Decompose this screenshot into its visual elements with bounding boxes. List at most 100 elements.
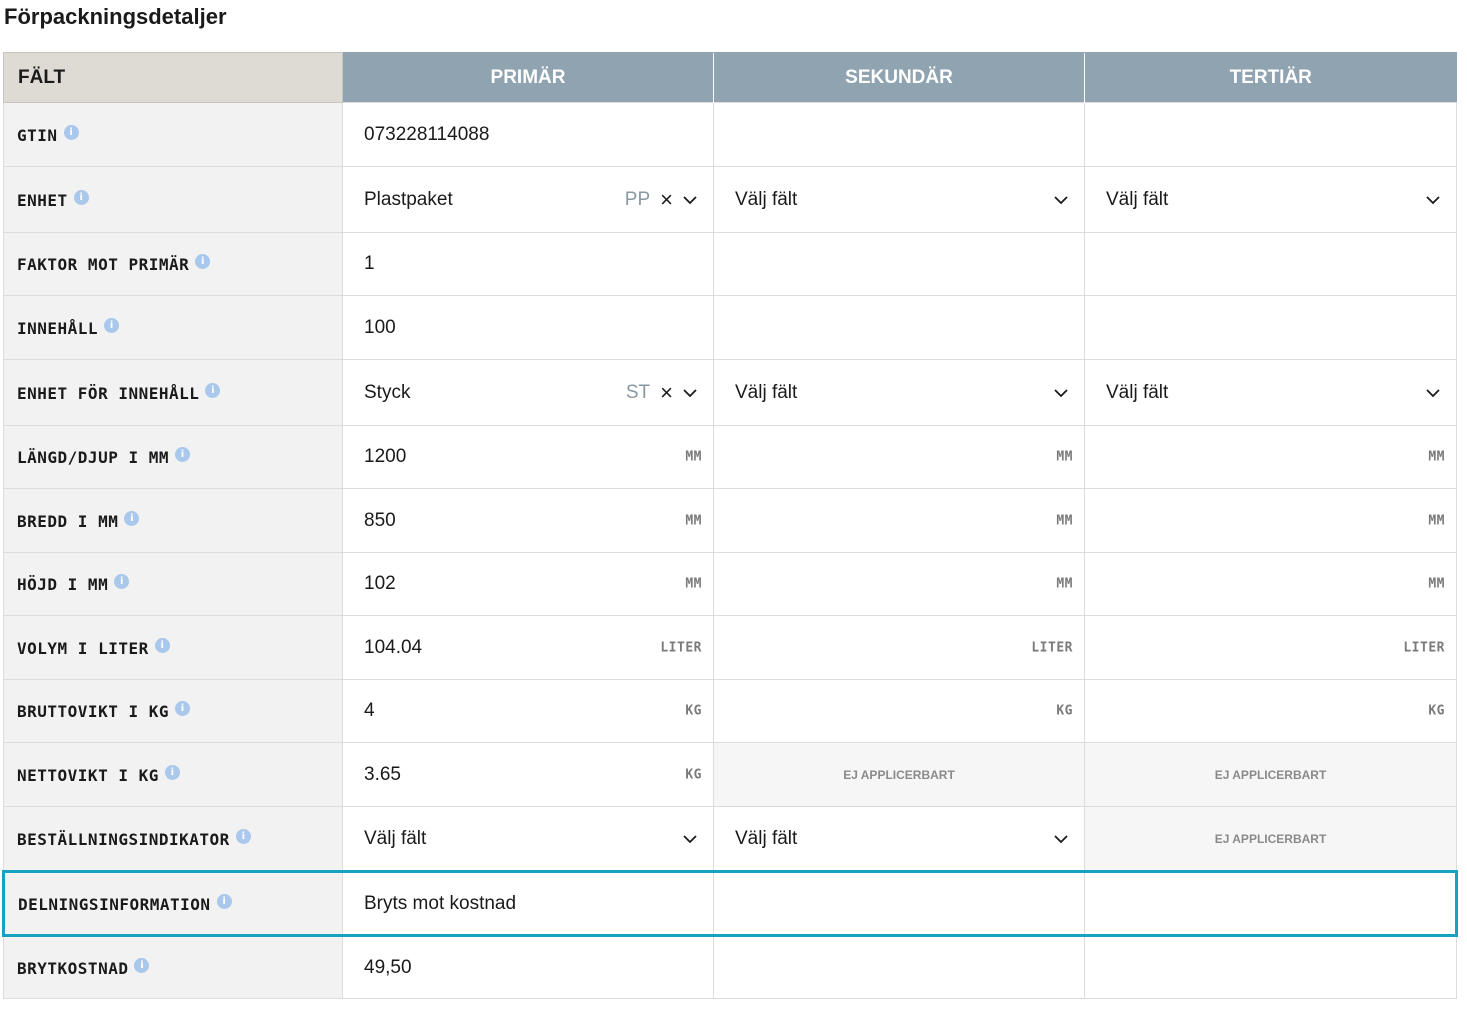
content-unit-tertiary-select[interactable]: Välj fält	[1084, 359, 1457, 426]
content-unit-code: ST	[625, 381, 651, 403]
unit-tertiary-select[interactable]: Välj fält	[1084, 166, 1457, 233]
net-primary-field[interactable]: 3.65 KG	[342, 742, 714, 807]
table-row: BRYTKOSTNAD i 49,50	[3, 935, 1457, 999]
chevron-down-icon[interactable]	[1054, 832, 1068, 846]
factor-secondary-field[interactable]	[713, 232, 1085, 296]
info-icon[interactable]: i	[195, 254, 211, 269]
table-row: FAKTOR MOT PRIMÄR i 1	[3, 232, 1457, 296]
unit-suffix: MM	[1428, 576, 1445, 592]
gtin-tertiary-field[interactable]	[1084, 102, 1457, 167]
info-icon[interactable]: i	[104, 317, 120, 333]
split-cost-secondary-field[interactable]	[713, 935, 1085, 999]
gross-tertiary-field[interactable]: KG	[1084, 679, 1457, 743]
row-label-content: INNEHÅLL i	[3, 295, 343, 360]
info-icon[interactable]: i	[175, 447, 190, 462]
unit-suffix: KG	[685, 703, 702, 719]
row-label-unit: ENHET i	[3, 166, 343, 233]
split-cost-primary-field[interactable]: 49,50	[342, 935, 714, 999]
split-tertiary-field[interactable]	[1084, 870, 1458, 937]
unit-suffix: MM	[685, 513, 702, 528]
row-label-gtin: GTIN i	[3, 102, 343, 167]
info-icon[interactable]: i	[235, 828, 251, 844]
content-tertiary-field[interactable]	[1084, 295, 1457, 360]
factor-primary-field[interactable]: 1	[342, 232, 714, 296]
close-icon[interactable]: ×	[660, 188, 673, 211]
split-secondary-field[interactable]	[713, 870, 1085, 937]
length-secondary-field[interactable]: MM	[713, 425, 1085, 489]
unit-suffix: KG	[1056, 703, 1073, 719]
volume-tertiary-field[interactable]: LITER	[1084, 615, 1457, 680]
split-primary-field[interactable]: Bryts mot kostnad	[342, 870, 714, 937]
gross-secondary-field[interactable]: KG	[713, 679, 1085, 743]
header-primary: PRIMÄR	[342, 52, 714, 103]
factor-tertiary-field[interactable]	[1084, 232, 1457, 296]
content-primary-field[interactable]: 100	[342, 295, 714, 360]
info-icon[interactable]: i	[205, 382, 221, 398]
content-unit-primary-select[interactable]: Styck ST ×	[342, 359, 714, 426]
table-row: HÖJD I MM i 102 MM MM MM	[3, 552, 1457, 616]
split-cost-tertiary-field[interactable]	[1084, 935, 1457, 999]
chevron-down-icon[interactable]	[1054, 386, 1068, 400]
net-secondary-na: EJ APPLICERBART	[713, 742, 1085, 807]
table-row: ENHET i Plastpaket PP × Välj fält Välj fält	[3, 166, 1457, 233]
table-row: BESTÄLLNINGSINDIKATOR i Välj fält Välj fä…	[3, 806, 1457, 872]
chevron-down-icon[interactable]	[1426, 386, 1440, 400]
unit-secondary-select[interactable]: Välj fält	[713, 166, 1085, 233]
net-tertiary-na: EJ APPLICERBART	[1084, 742, 1457, 807]
info-icon[interactable]: i	[124, 510, 140, 526]
row-label-net-weight: NETTOVIKT I KG i	[3, 742, 343, 807]
row-label-volume: VOLYM I LITER i	[3, 615, 343, 680]
gtin-secondary-field[interactable]	[713, 102, 1085, 167]
packaging-table: FÄLT PRIMÄR SEKUNDÄR TERTIÄR GTIN i 07322…	[2, 52, 1458, 999]
table-row: INNEHÅLL i 100	[3, 295, 1457, 360]
unit-suffix: LITER	[1031, 640, 1073, 655]
close-icon[interactable]: ×	[660, 381, 673, 404]
row-label-split-info: DELNINGSINFORMATION i	[2, 870, 343, 937]
info-icon[interactable]: i	[154, 637, 170, 653]
info-icon[interactable]: i	[134, 957, 150, 973]
info-icon[interactable]: i	[73, 189, 89, 205]
order-secondary-select[interactable]: Välj fält	[713, 806, 1085, 872]
table-row: BRUTTOVIKT I KG i 4 KG KG KG	[3, 679, 1457, 743]
gtin-primary-field[interactable]: 073228114088	[342, 102, 714, 167]
header-field: FÄLT	[3, 52, 343, 103]
chevron-down-icon[interactable]	[683, 193, 697, 207]
height-tertiary-field[interactable]: MM	[1084, 552, 1457, 616]
row-label-order-indicator: BESTÄLLNINGSINDIKATOR i	[3, 806, 343, 872]
content-unit-secondary-select[interactable]: Välj fält	[713, 359, 1085, 426]
width-secondary-field[interactable]: MM	[713, 488, 1085, 553]
volume-secondary-field[interactable]: LITER	[713, 615, 1085, 680]
height-secondary-field[interactable]: MM	[713, 552, 1085, 616]
chevron-down-icon[interactable]	[683, 386, 697, 400]
row-label-content-unit: ENHET FÖR INNEHÅLL i	[3, 359, 343, 426]
row-label-length: LÄNGD/DJUP I MM i	[3, 425, 343, 489]
height-primary-field[interactable]: 102 MM	[342, 552, 714, 616]
content-secondary-field[interactable]	[713, 295, 1085, 360]
unit-suffix: MM	[1056, 576, 1073, 592]
order-tertiary-na: EJ APPLICERBART	[1084, 806, 1457, 872]
table-header-row: FÄLT PRIMÄR SEKUNDÄR TERTIÄR	[3, 52, 1457, 103]
volume-primary-field[interactable]: 104.04 LITER	[342, 615, 714, 680]
length-tertiary-field[interactable]: MM	[1084, 425, 1457, 489]
unit-primary-select[interactable]: Plastpaket PP ×	[342, 166, 714, 233]
chevron-down-icon[interactable]	[683, 832, 697, 846]
info-icon[interactable]: i	[216, 893, 232, 909]
chevron-down-icon[interactable]	[1426, 193, 1440, 207]
order-primary-select[interactable]: Välj fält	[342, 806, 714, 872]
width-primary-field[interactable]: 850 MM	[342, 488, 714, 553]
length-primary-field[interactable]: 1200 MM	[342, 425, 714, 489]
chevron-down-icon[interactable]	[1054, 193, 1068, 207]
gross-primary-field[interactable]: 4 KG	[342, 679, 714, 743]
table-row: VOLYM I LITER i 104.04 LITER LITER LITER	[3, 615, 1457, 680]
info-icon[interactable]: i	[175, 701, 190, 716]
unit-suffix: KG	[685, 767, 702, 782]
info-icon[interactable]: i	[114, 574, 130, 589]
table-row: DELNINGSINFORMATION i Bryts mot kostnad	[2, 870, 1458, 937]
unit-suffix: MM	[1056, 449, 1073, 465]
row-label-gross-weight: BRUTTOVIKT I KG i	[3, 679, 343, 743]
info-icon[interactable]: i	[63, 124, 79, 140]
row-label-width: BREDD I MM i	[3, 488, 343, 553]
width-tertiary-field[interactable]: MM	[1084, 488, 1457, 553]
info-icon[interactable]: i	[164, 764, 180, 780]
table-row: GTIN i 073228114088	[3, 102, 1457, 167]
